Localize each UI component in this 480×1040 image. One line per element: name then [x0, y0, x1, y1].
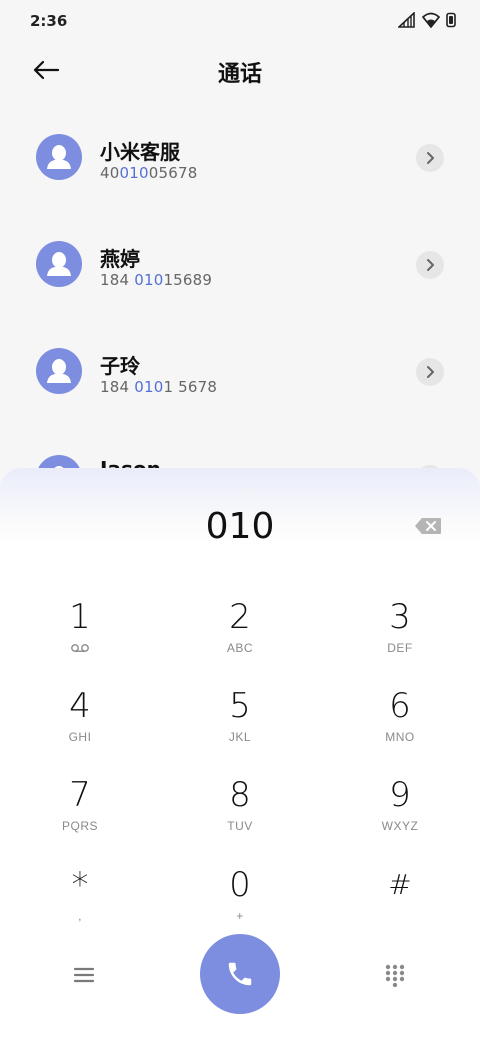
key-letters: + [236, 909, 244, 923]
key-digit: 9 [389, 775, 411, 815]
dial-key-7[interactable]: 7 PQRS [0, 774, 160, 858]
key-digit: 4 [69, 686, 91, 726]
contact-name: 燕婷 [100, 247, 140, 271]
avatar [36, 241, 82, 287]
contact-row[interactable]: Jason [0, 433, 480, 472]
contact-number: 4001005678 [100, 164, 198, 182]
menu-button[interactable] [66, 960, 102, 990]
page-title: 通话 [217, 62, 262, 87]
wifi-icon [422, 12, 440, 28]
dial-key-2[interactable]: 2 ABC [160, 596, 320, 680]
key-digit: # [388, 868, 412, 901]
contact-list: 小米客服 4001005678 燕婷 184 01015689 子玲 184 0… [0, 112, 480, 472]
backspace-button[interactable] [414, 516, 442, 536]
key-digit: 3 [389, 597, 411, 637]
dial-key-3[interactable]: 3 DEF [320, 596, 480, 680]
contact-name: 子玲 [100, 354, 140, 378]
person-icon [47, 252, 71, 276]
contact-name: 小米客服 [100, 140, 180, 164]
chevron-right-icon [427, 259, 434, 271]
key-letters: TUV [227, 819, 253, 833]
contact-row[interactable]: 子玲 184 0101 5678 [0, 326, 480, 418]
key-letters: , [78, 909, 82, 923]
avatar [36, 134, 82, 180]
chevron-right-icon [427, 152, 434, 164]
dial-key-4[interactable]: 4 GHI [0, 685, 160, 769]
contact-detail-button[interactable] [416, 358, 444, 386]
contact-row[interactable]: 燕婷 184 01015689 [0, 219, 480, 311]
key-digit: 1 [69, 597, 91, 637]
contact-row[interactable]: 小米客服 4001005678 [0, 112, 480, 204]
person-icon [47, 359, 71, 383]
dialed-number-display: 010 [205, 506, 275, 547]
key-digit: 6 [389, 686, 411, 726]
signal-icon [398, 12, 415, 28]
key-letters: JKL [228, 730, 252, 744]
contact-detail-button[interactable] [416, 144, 444, 172]
key-letters: WXYZ [381, 819, 419, 833]
dial-key-1[interactable]: 1 [0, 596, 160, 680]
key-letters: PQRS [61, 819, 98, 833]
phone-icon [228, 962, 252, 986]
voicemail-icon [71, 644, 89, 652]
battery-icon [446, 12, 456, 28]
key-digit: 5 [229, 686, 251, 726]
contact-number: 184 0101 5678 [100, 378, 218, 396]
key-letters: GHI [68, 730, 92, 744]
key-letters: MNO [385, 730, 415, 744]
status-time: 2:36 [30, 12, 68, 30]
backspace-icon [415, 518, 441, 534]
key-symbol [70, 640, 90, 656]
dial-key-5[interactable]: 5 JKL [160, 685, 320, 769]
avatar [36, 348, 82, 394]
call-button[interactable] [200, 934, 280, 1014]
status-icons [398, 12, 456, 28]
key-letters: DEF [387, 641, 413, 655]
dial-key-8[interactable]: 8 TUV [160, 774, 320, 858]
key-digit: 0 [229, 865, 251, 905]
key-digit: * [71, 865, 89, 905]
key-digit: 8 [229, 775, 251, 815]
chevron-right-icon [427, 366, 434, 378]
dial-key-6[interactable]: 6 MNO [320, 685, 480, 769]
status-bar: 2:36 [0, 0, 480, 44]
contact-detail-button[interactable] [416, 251, 444, 279]
dialpad-icon [385, 964, 405, 987]
key-digit: 2 [229, 597, 251, 637]
person-icon [47, 145, 71, 169]
contact-number: 184 01015689 [100, 271, 213, 289]
header: 通话 [0, 44, 480, 96]
key-digit: 7 [69, 775, 91, 815]
dialpad-panel: 010 1 2 ABC 3 DEF 4 GHI 5 JKL 6 MNO 7 PQ… [0, 468, 480, 1040]
key-letters: ABC [226, 641, 254, 655]
menu-icon [73, 967, 95, 983]
dialer-bottom-bar [0, 934, 480, 1024]
keypad-toggle-button[interactable] [378, 958, 412, 992]
dial-key-9[interactable]: 9 WXYZ [320, 774, 480, 858]
